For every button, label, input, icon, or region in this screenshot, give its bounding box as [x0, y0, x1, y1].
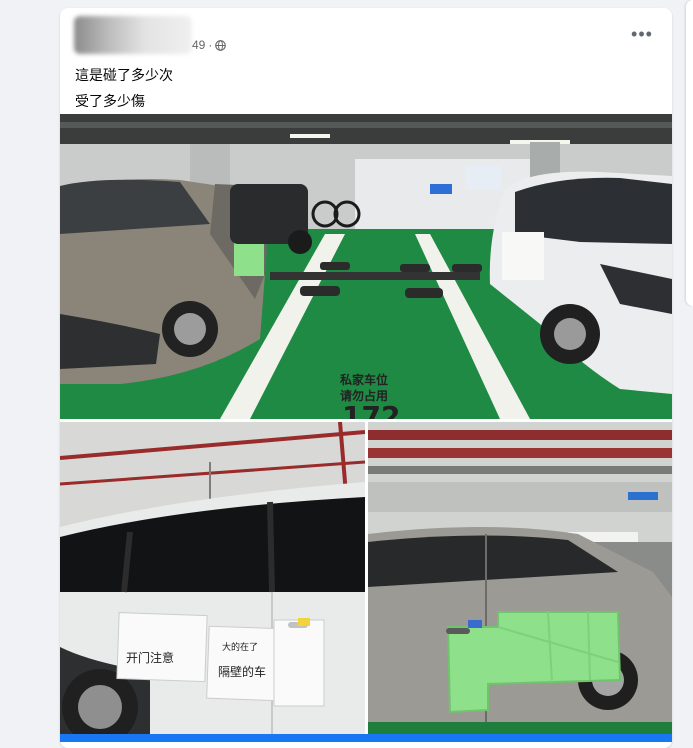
sign-right-main-text: 隔壁的车 — [218, 664, 266, 679]
post-text-line-2: 受了多少傷 — [75, 93, 145, 109]
post-photo-2[interactable]: 开门注意 大的在了 隔壁的车 — [60, 422, 365, 742]
sign-right-top-text: 大的在了 — [222, 641, 258, 653]
globe-icon — [215, 39, 227, 51]
post-photo-1[interactable]: 私家车位 请勿占用 172 — [60, 114, 672, 419]
post-header: 49 · ••• — [60, 8, 672, 60]
post-text: 這是碰了多少次 受了多少傷 — [75, 62, 173, 114]
selection-bar — [60, 734, 672, 742]
timestamp-text[interactable]: 49 — [192, 38, 205, 52]
post-photo-3[interactable] — [368, 422, 672, 742]
floor-text-1: 私家车位 — [339, 372, 388, 387]
van-with-signs: 开门注意 大的在了 隔壁的车 — [60, 422, 365, 742]
post-text-line-1: 這是碰了多少次 — [75, 67, 173, 83]
more-options-icon: ••• — [631, 23, 653, 44]
garage-wide-shot: 私家车位 请勿占用 172 — [60, 114, 672, 419]
post-timestamp[interactable]: 49 · — [192, 38, 227, 52]
blurred-author-name[interactable] — [74, 16, 192, 54]
post-card: 49 · ••• 這是碰了多少次 受了多少傷 私家车位 请勿占用 172 开门注… — [60, 8, 672, 748]
side-panel-edge — [686, 0, 693, 306]
car-with-foam-padding — [368, 422, 672, 742]
more-options-button[interactable]: ••• — [624, 22, 660, 46]
floor-number: 172 — [342, 400, 400, 419]
sign-left-text: 开门注意 — [126, 650, 174, 665]
